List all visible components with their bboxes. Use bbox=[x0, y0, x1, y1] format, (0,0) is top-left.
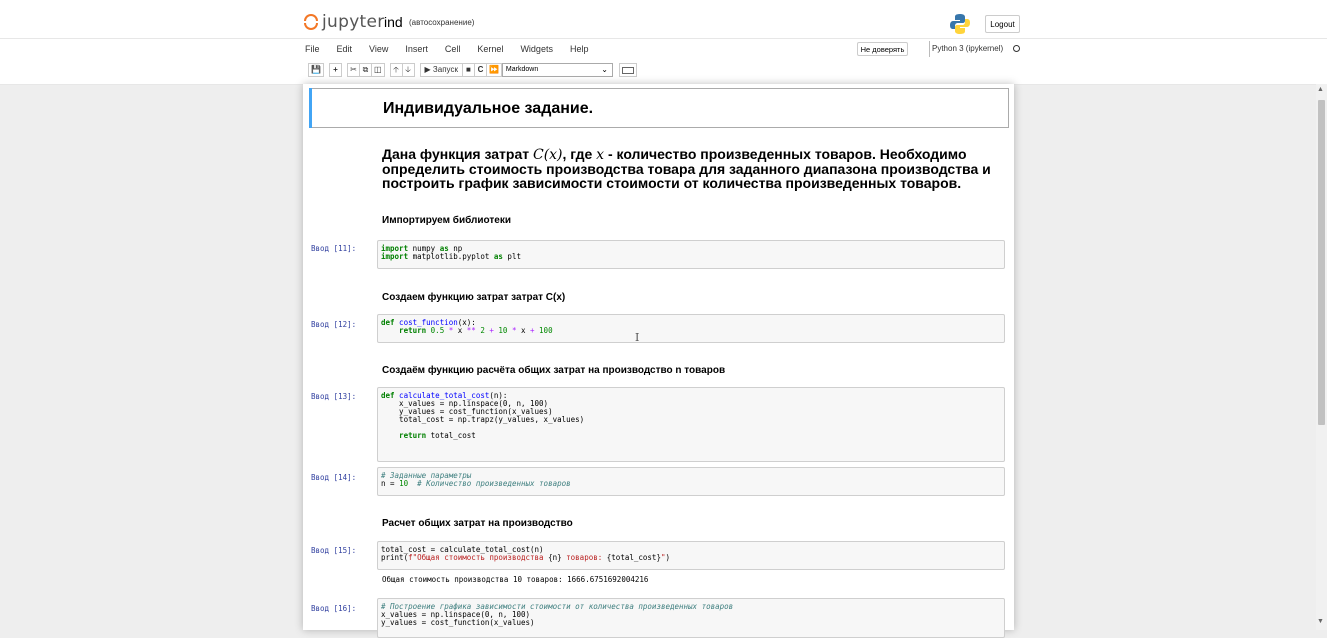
heading-calculation: Расчет общих затрат на производство bbox=[382, 518, 573, 529]
text-cursor-icon: I bbox=[635, 331, 640, 344]
paste-icon: ◫ bbox=[373, 65, 382, 74]
code-cell-16[interactable]: # Построение графика зависимости стоимос… bbox=[377, 598, 1005, 638]
save-icon: 💾 bbox=[311, 65, 321, 74]
kernel-idle-indicator-icon bbox=[1013, 45, 1020, 52]
kernel-divider bbox=[929, 41, 930, 57]
code-cell-12[interactable]: def cost_function(x): return 0.5 * x ** … bbox=[377, 314, 1005, 343]
menu-view[interactable]: View bbox=[369, 39, 388, 59]
save-button[interactable]: 💾 bbox=[308, 63, 324, 77]
menu-bar: File Edit View Insert Cell Kernel Widget… bbox=[305, 39, 605, 59]
trust-button[interactable]: Не доверять bbox=[857, 42, 908, 56]
arrow-up-icon: 🡡 bbox=[393, 65, 399, 74]
jupyter-logo-text: jupyter bbox=[322, 12, 385, 32]
play-icon: ▶ bbox=[424, 65, 431, 74]
jupyter-logo[interactable]: jupyter bbox=[304, 12, 385, 32]
insert-cell-button[interactable]: + bbox=[328, 63, 342, 77]
scrollbar-thumb[interactable] bbox=[1318, 100, 1325, 425]
command-palette-button[interactable] bbox=[618, 63, 637, 77]
code-cell-14[interactable]: # Заданные параметры n = 10 # Количество… bbox=[377, 467, 1005, 496]
cut-icon: ✂ bbox=[350, 65, 357, 74]
restart-run-all-button[interactable]: ⏩ bbox=[485, 63, 502, 77]
prompt-16: Ввод [16]: bbox=[311, 604, 357, 613]
stop-icon: ■ bbox=[466, 65, 471, 74]
restart-icon: C bbox=[477, 65, 484, 74]
cell-selected-bar bbox=[309, 88, 312, 128]
notebook-container: Индивидуальное задание. Дана функция зат… bbox=[303, 84, 1014, 638]
logout-button[interactable]: Logout bbox=[985, 15, 1020, 33]
heading-total-cost-function: Создаём функцию расчёта общих затрат на … bbox=[382, 365, 726, 376]
notebook-title: Индивидуальное задание. bbox=[383, 100, 594, 117]
task-description: Дана функция затрат C(x), где x - количе… bbox=[382, 146, 991, 191]
cell-type-select[interactable]: Markdown ⌄ bbox=[501, 63, 613, 77]
jupyter-mark-icon bbox=[304, 14, 318, 30]
prompt-14: Ввод [14]: bbox=[311, 473, 357, 482]
prompt-15: Ввод [15]: bbox=[311, 546, 357, 555]
header-divider bbox=[0, 38, 1327, 39]
run-label: Запуск bbox=[432, 65, 458, 74]
menu-file[interactable]: File bbox=[305, 39, 320, 59]
notebook-header: jupyter ind (автосохранение) Logout File… bbox=[0, 0, 1327, 85]
page-scrollbar[interactable]: ▲ ▼ bbox=[1316, 84, 1327, 630]
move-down-button[interactable]: 🡣 bbox=[401, 63, 415, 77]
run-button[interactable]: ▶ Запуск bbox=[419, 63, 463, 77]
keyboard-icon bbox=[621, 66, 634, 74]
prompt-13: Ввод [13]: bbox=[311, 392, 357, 401]
scroll-up-icon[interactable]: ▲ bbox=[1317, 86, 1324, 93]
menu-help[interactable]: Help bbox=[570, 39, 589, 59]
cell-type-value: Markdown bbox=[505, 66, 539, 73]
chevron-down-icon: ⌄ bbox=[601, 65, 608, 74]
menu-widgets[interactable]: Widgets bbox=[520, 39, 553, 59]
menu-insert[interactable]: Insert bbox=[405, 39, 428, 59]
scroll-down-icon[interactable]: ▼ bbox=[1317, 618, 1324, 625]
plus-icon: + bbox=[333, 65, 338, 74]
code-cell-15[interactable]: total_cost = calculate_total_cost(n) pri… bbox=[377, 541, 1005, 570]
cell-15-output: Общая стоимость производства 10 товаров:… bbox=[382, 575, 649, 584]
copy-icon: ⧉ bbox=[362, 65, 369, 74]
autosave-status: (автосохранение) bbox=[409, 18, 475, 27]
prompt-12: Ввод [12]: bbox=[311, 320, 357, 329]
prompt-11: Ввод [11]: bbox=[311, 244, 357, 253]
heading-import: Импортируем библиотеки bbox=[382, 215, 511, 226]
notebook-name[interactable]: ind bbox=[384, 14, 403, 30]
heading-cost-function: Создаем функцию затрат затрат C(x) bbox=[382, 292, 566, 303]
kernel-name[interactable]: Python 3 (ipykernel) bbox=[932, 44, 1003, 53]
toolbar: 💾 + ✂ ⧉ ◫ 🡡 🡣 ▶ Запуск ■ C ⏩ Markdown ⌄ bbox=[308, 63, 637, 77]
code-cell-13[interactable]: def calculate_total_cost(n): x_values = … bbox=[377, 387, 1005, 462]
menu-edit[interactable]: Edit bbox=[337, 39, 353, 59]
arrow-down-icon: 🡣 bbox=[405, 65, 411, 74]
menu-cell[interactable]: Cell bbox=[445, 39, 461, 59]
selected-markdown-cell[interactable]: Индивидуальное задание. bbox=[309, 88, 1009, 128]
fast-forward-icon: ⏩ bbox=[488, 65, 499, 74]
menu-kernel[interactable]: Kernel bbox=[477, 39, 503, 59]
python-logo-icon bbox=[950, 14, 970, 34]
code-cell-11[interactable]: import numpy as np import matplotlib.pyp… bbox=[377, 240, 1005, 269]
paste-button[interactable]: ◫ bbox=[370, 63, 385, 77]
